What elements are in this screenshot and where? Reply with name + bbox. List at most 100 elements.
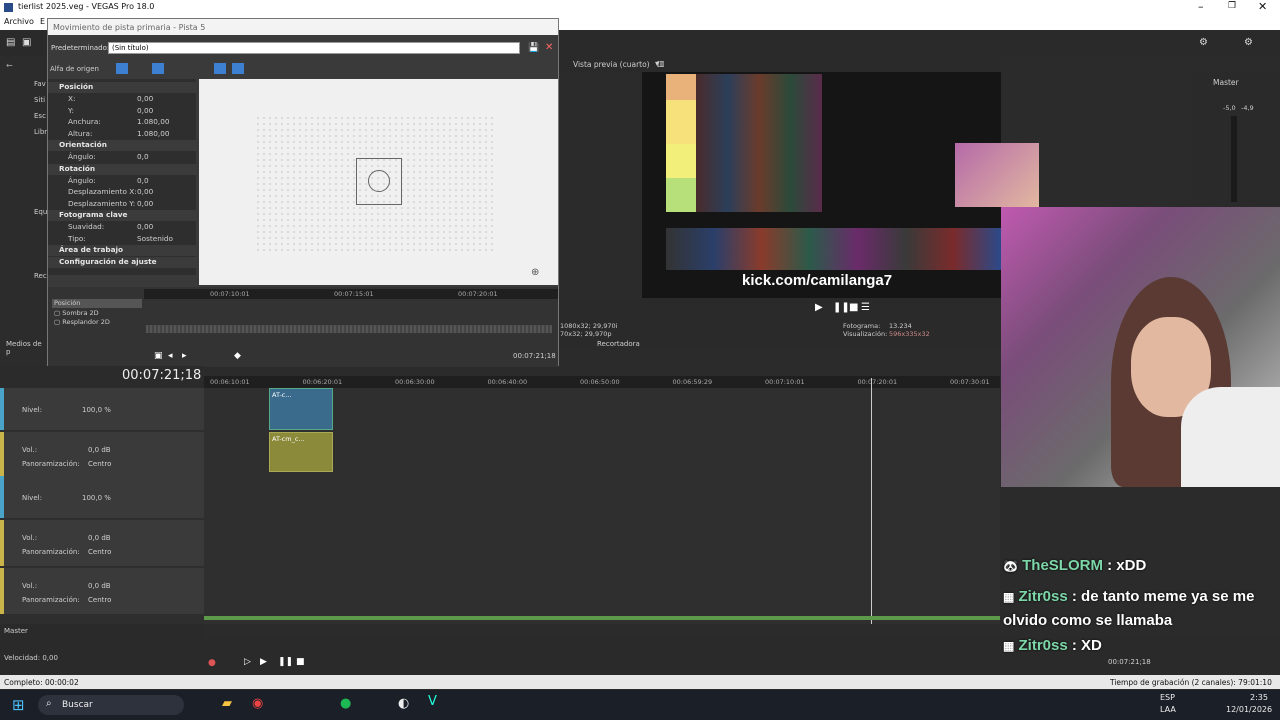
pan-value[interactable]: Centro: [88, 548, 111, 556]
prop-group[interactable]: Configuración de ajuste: [48, 257, 196, 268]
video-clip[interactable]: AT-c...: [269, 388, 333, 430]
kf-prev-icon[interactable]: ◂: [168, 351, 173, 361]
tree-item-esc[interactable]: Esc: [34, 112, 46, 120]
vol-value[interactable]: 0,0 dB: [88, 534, 111, 542]
prop-group[interactable]: Fotograma clave: [48, 210, 196, 221]
delete-preset-icon[interactable]: ✕: [545, 42, 553, 53]
menu-icon[interactable]: ☰: [861, 302, 870, 313]
save-preset-icon[interactable]: 💾: [528, 43, 539, 53]
video-track-header[interactable]: Nivel: 100,0 %: [0, 388, 204, 430]
lock-aspect-icon[interactable]: [116, 63, 128, 74]
prop-row[interactable]: Altura: 1.080,00: [48, 129, 196, 140]
tree-item-fav[interactable]: Fav: [34, 80, 46, 88]
play-from-start-icon[interactable]: ▷: [244, 657, 251, 667]
stop-icon[interactable]: ■: [296, 657, 305, 667]
kf-track-glow[interactable]: ▢ Resplandor 2D: [52, 318, 142, 327]
tree-item-equ[interactable]: Equ: [34, 208, 47, 216]
tree-item-libr[interactable]: Libr: [34, 128, 47, 136]
prop-value[interactable]: 0,00: [137, 187, 153, 196]
menu-e[interactable]: E: [40, 17, 45, 26]
audio-clip[interactable]: AT-cm_c...: [269, 432, 333, 472]
prop-row[interactable]: Suavidad: 0,00: [48, 222, 196, 233]
prop-value[interactable]: 1.080,00: [137, 117, 170, 126]
pause-icon[interactable]: ❚❚: [833, 302, 850, 313]
pause-icon[interactable]: ❚❚: [278, 657, 293, 667]
vol-value[interactable]: 0,0 dB: [88, 582, 111, 590]
maximize-icon[interactable]: ❐: [1228, 1, 1236, 11]
kf-next-icon[interactable]: ▸: [182, 351, 187, 361]
vegas-taskbar-icon[interactable]: V: [428, 694, 437, 709]
lang-region[interactable]: LAA: [1160, 705, 1176, 714]
lang-code[interactable]: ESP: [1160, 693, 1175, 702]
tree-item-rec[interactable]: Rec: [34, 272, 47, 280]
timeline-ruler[interactable]: 00:06:10:01 00:06:20:01 00:06:30:00 00:06:4…: [204, 376, 1000, 388]
close-icon[interactable]: ✕: [1258, 0, 1267, 13]
prop-value[interactable]: 0,00: [137, 94, 153, 103]
prop-value[interactable]: 0,0: [137, 152, 149, 161]
video-track-header[interactable]: Nivel: 100,0 %: [0, 476, 204, 518]
prop-row[interactable]: Anchura: 1.080,00: [48, 117, 196, 128]
prop-value[interactable]: 0,0: [137, 176, 149, 185]
clock-date[interactable]: 12/01/2026: [1226, 705, 1272, 714]
kf-scrollbar[interactable]: [146, 325, 552, 333]
taskbar-search[interactable]: ⌕ Buscar: [38, 695, 184, 715]
prop-group[interactable]: Rotación: [48, 163, 196, 175]
playhead[interactable]: [871, 378, 872, 624]
level-value[interactable]: 100,0 %: [82, 494, 111, 502]
preset-dropdown[interactable]: (Sin título): [108, 42, 520, 54]
kf-track-position[interactable]: Posición: [52, 299, 142, 308]
grid-icon[interactable]: ▥: [657, 59, 665, 68]
record-icon[interactable]: ●: [208, 658, 216, 668]
snap-icon[interactable]: [152, 63, 164, 74]
prop-value[interactable]: 0,00: [137, 222, 153, 231]
pan-value[interactable]: Centro: [88, 460, 111, 468]
steam-icon[interactable]: ◐: [398, 696, 409, 711]
prop-value[interactable]: 0,00: [137, 106, 153, 115]
track-frame[interactable]: [356, 158, 402, 205]
settings-icon[interactable]: ⚙: [1244, 37, 1253, 48]
pan-value[interactable]: Centro: [88, 596, 111, 604]
gear-icon[interactable]: ⚙: [1199, 37, 1208, 48]
timeline-area[interactable]: AT-c... AT-cm_c...: [204, 378, 1000, 624]
prop-value[interactable]: 1.080,00: [137, 129, 170, 138]
prop-row[interactable]: Ángulo: 0,0: [48, 176, 196, 187]
media-tab[interactable]: Medios de p: [6, 340, 48, 356]
kf-add-icon[interactable]: ◆: [234, 351, 241, 361]
back-icon[interactable]: ←: [6, 61, 13, 70]
kf-first-icon[interactable]: ▣: [154, 351, 163, 361]
rotation-handle-icon[interactable]: [368, 170, 390, 192]
audio-track-header[interactable]: Vol.: 0,0 dB Panoramización: Centro: [0, 568, 204, 614]
motion-canvas[interactable]: ⊕: [199, 79, 558, 285]
prop-group[interactable]: Orientación: [48, 140, 196, 151]
clock-time[interactable]: 2:35: [1250, 693, 1268, 702]
audio-track-header[interactable]: Vol.: 0,0 dB Panoramización: Centro: [0, 432, 204, 476]
kf-track-shadow[interactable]: ▢ Sombra 2D: [52, 309, 142, 318]
open-icon[interactable]: ▣: [22, 37, 31, 48]
prop-row[interactable]: Y: 0,00: [48, 106, 196, 117]
prop-row[interactable]: Desplazamiento Y: 0,00: [48, 199, 196, 210]
prop-group[interactable]: Área de trabajo: [48, 245, 196, 256]
chrome-icon[interactable]: ◉: [252, 696, 263, 711]
move-icon[interactable]: [214, 63, 226, 74]
play-icon[interactable]: ▶: [260, 657, 267, 667]
alpha-dropdown[interactable]: Alfa de origen: [50, 65, 99, 73]
vol-value[interactable]: 0,0 dB: [88, 446, 111, 454]
menu-archivo[interactable]: Archivo: [4, 17, 34, 26]
stop-icon[interactable]: ■: [849, 302, 858, 313]
spotify-icon[interactable]: ●: [340, 696, 351, 711]
prop-value[interactable]: 0,00: [137, 199, 153, 208]
prop-row[interactable]: Ángulo: 0,0: [48, 152, 196, 163]
tree-item-siti[interactable]: Siti: [34, 96, 45, 104]
prop-row[interactable]: Tipo: Sostenido: [48, 234, 196, 245]
prop-row[interactable]: Desplazamiento X: 0,00: [48, 187, 196, 198]
audio-track-header[interactable]: Vol.: 0,0 dB Panoramización: Centro: [0, 520, 204, 566]
recorder-tab[interactable]: Recortadora: [597, 340, 640, 348]
preview-quality-dropdown[interactable]: Vista previa (cuarto): [573, 60, 650, 69]
zoom-icon[interactable]: ⊕: [531, 267, 539, 278]
folder-icon[interactable]: ▰: [222, 696, 232, 711]
scale-icon[interactable]: [232, 63, 244, 74]
new-file-icon[interactable]: ▤: [6, 37, 15, 48]
prop-group[interactable]: Posición: [48, 82, 196, 93]
prop-row[interactable]: X: 0,00: [48, 94, 196, 105]
level-value[interactable]: 100,0 %: [82, 406, 111, 414]
